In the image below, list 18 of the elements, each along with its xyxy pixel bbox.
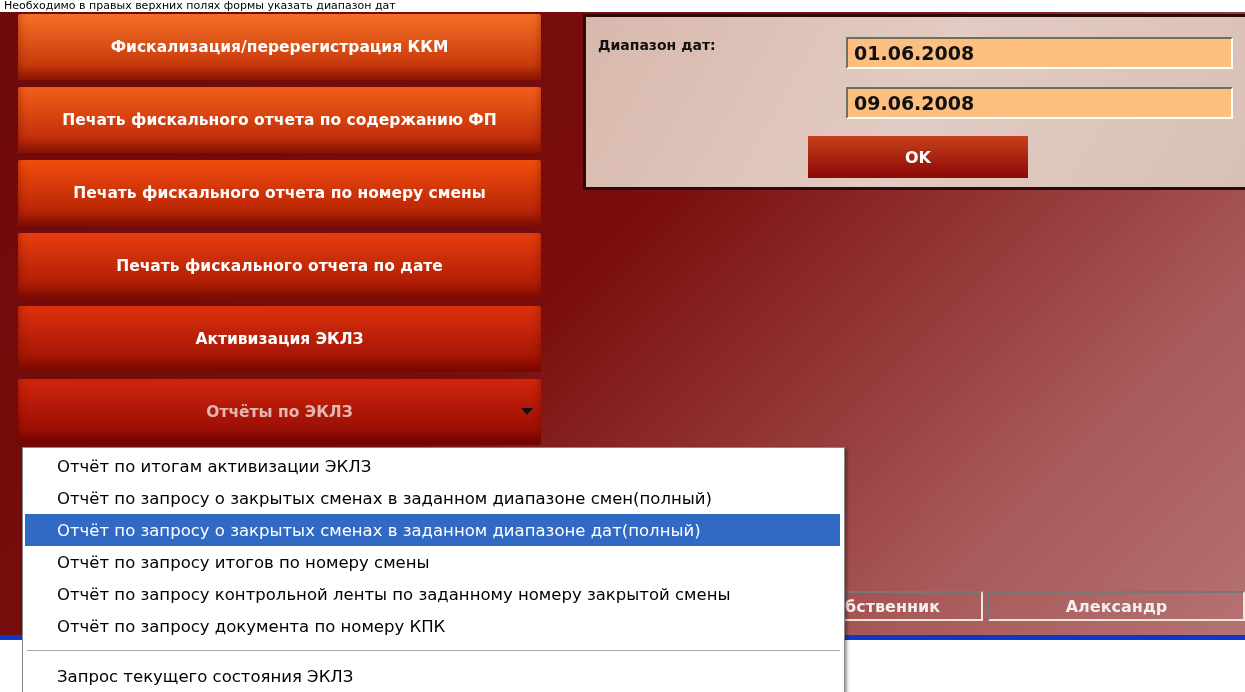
caret-icon	[521, 408, 533, 415]
dropdown-item[interactable]: Запрос текущего состояния ЭКЛЗ	[25, 660, 840, 692]
date-from-field[interactable]: 01.06.2008	[846, 37, 1233, 69]
date-to-field[interactable]: 09.06.2008	[846, 86, 1233, 119]
dropdown-item[interactable]: Отчёт по запросу итогов по номеру смены	[25, 546, 840, 578]
menu-button[interactable]: Печать фискального отчета по номеру смены	[18, 160, 541, 226]
menu-button[interactable]: Активизация ЭКЛЗ	[18, 306, 541, 372]
menu-button[interactable]: Печать фискального отчета по содержанию ФП	[18, 87, 541, 153]
date-range-label: Диапазон дат:	[598, 37, 717, 55]
menu-button[interactable]: Фискализация/перерегистрация ККМ	[18, 14, 541, 80]
instruction-text: Необходимо в правых верхних полях формы указать диапазон дат	[3, 0, 397, 12]
ok-button[interactable]: OK	[808, 136, 1028, 179]
status-cell: Александр	[988, 591, 1245, 621]
reports-dropdown-button[interactable]: Отчёты по ЭКЛЗ	[18, 379, 541, 445]
dropdown-item[interactable]: Отчёт по запросу о закрытых сменах в заданном диапазоне смен(полный)	[25, 482, 840, 514]
dropdown-item[interactable]: Отчёт по запросу о закрытых сменах в заданном диапазоне дат(полный)	[25, 514, 840, 546]
dropdown-item[interactable]: Отчёт по итогам активизации ЭКЛЗ	[25, 450, 840, 482]
menu-button[interactable]: Печать фискального отчета по дате	[18, 233, 541, 299]
